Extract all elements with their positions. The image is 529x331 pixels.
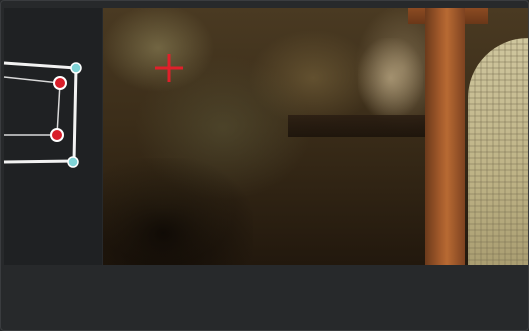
outer-handle-top[interactable] [70, 62, 82, 74]
video-viewer[interactable] [103, 8, 529, 265]
wooden-beam [288, 115, 428, 137]
inner-mask-outline [3, 76, 61, 136]
wooden-post [425, 8, 465, 265]
plaid-shirt [468, 38, 529, 265]
app-window [0, 0, 529, 331]
outer-handle-bottom[interactable] [67, 156, 79, 168]
inner-handle-top[interactable] [53, 76, 67, 90]
crosshair-icon[interactable] [155, 54, 183, 82]
inner-handle-bottom[interactable] [50, 128, 64, 142]
timeline-area[interactable] [4, 265, 529, 331]
background-highlight [358, 38, 423, 118]
foreground-shadow [103, 158, 253, 265]
mask-shape-preview[interactable] [0, 55, 100, 170]
